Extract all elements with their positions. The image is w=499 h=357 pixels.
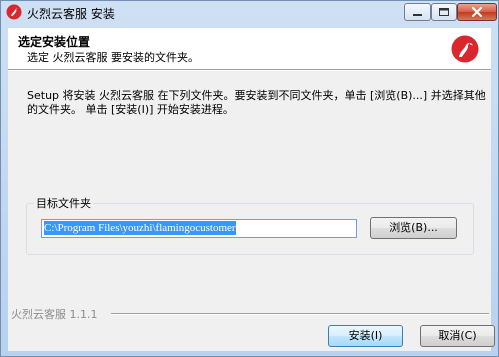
page-subtitle: 选定 火烈云客服 要安装的文件夹。 (27, 51, 199, 64)
destination-folder-label: 目标文件夹 (34, 195, 93, 211)
installer-window: 火烈云客服 安装 选定安装位置 选定 火烈云客服 要安装的文件夹。 Setup … (0, 0, 499, 357)
installer-client-area: 选定安装位置 选定 火烈云客服 要安装的文件夹。 Setup 将安装 火烈云客服… (8, 28, 495, 351)
page-header: 选定安装位置 选定 火烈云客服 要安装的文件夹。 (8, 28, 491, 69)
minimize-icon (413, 14, 422, 16)
install-button[interactable]: 安装(I) (328, 325, 403, 347)
header-divider (8, 69, 491, 71)
flamingo-logo-icon (6, 4, 22, 20)
maximize-icon (439, 8, 449, 16)
footer-divider (111, 313, 489, 315)
install-path-value: C:\Program Files\youzhi\flamingocustomer (44, 221, 236, 235)
maximize-button[interactable] (431, 3, 457, 21)
footer-brand-version: 火烈云客服 1.1.1 (11, 306, 102, 322)
window-title: 火烈云客服 安装 (27, 7, 115, 21)
instructions-text: Setup 将安装 火烈云客服 在下列文件夹。要安装到不同文件夹，单击 [浏览(… (27, 89, 486, 116)
install-path-input[interactable]: C:\Program Files\youzhi\flamingocustomer (41, 219, 357, 238)
cancel-button[interactable]: 取消(C) (420, 325, 495, 347)
close-button[interactable] (457, 3, 497, 21)
close-icon (471, 6, 483, 18)
minimize-button[interactable] (404, 3, 431, 21)
page-title: 选定安装位置 (18, 35, 91, 49)
title-bar[interactable]: 火烈云客服 安装 (1, 1, 498, 23)
flamingo-logo-icon (451, 35, 479, 63)
browse-button[interactable]: 浏览(B)... (370, 217, 457, 239)
